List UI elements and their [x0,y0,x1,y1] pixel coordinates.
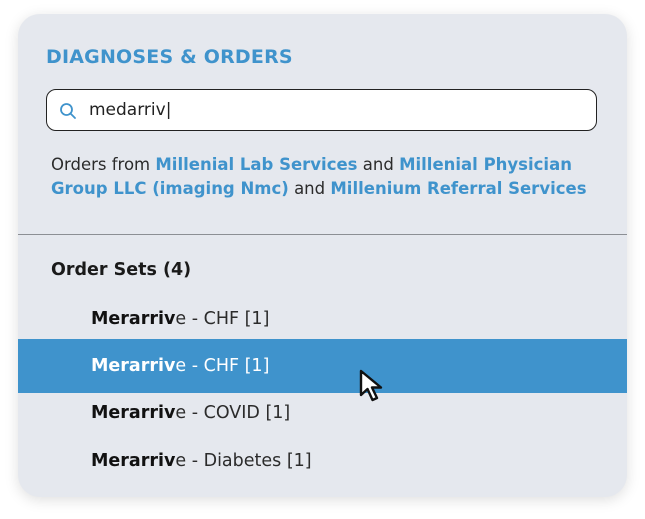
source-link-lab-services[interactable]: Millenial Lab Services [155,155,357,174]
search-box[interactable] [46,89,597,131]
orders-from-prefix: Orders from [51,155,156,174]
mouse-pointer-icon [356,368,394,406]
item-rest-text: e - COVID [1] [175,403,291,423]
source-link-referral-services[interactable]: Millenium Referral Services [330,179,586,198]
item-match-text: Merarriv [91,403,176,423]
orders-from-joiner: and [357,155,400,174]
order-set-item[interactable]: Merarrive - COVID [1] [18,386,627,440]
item-rest-text: e - CHF [1] [175,356,270,376]
item-match-text: Merarriv [91,309,176,329]
order-sets-header: Order Sets (4) [51,260,192,280]
item-rest-text: e - CHF [1] [175,309,270,329]
item-match-text: Merarriv [91,451,176,471]
orders-from-text: Orders from Millenial Lab Services and M… [51,153,591,201]
item-match-text: Merarriv [91,356,176,376]
section-title: DIAGNOSES & ORDERS [46,46,293,68]
diagnoses-orders-panel: DIAGNOSES & ORDERS Orders from Millenial… [18,14,627,497]
item-rest-text: e - Diabetes [1] [175,451,312,471]
orders-from-joiner: and [288,179,331,198]
search-icon [59,102,77,120]
order-set-item-selected[interactable]: Merarrive - CHF [1] [18,339,627,393]
divider [18,234,627,235]
order-set-item[interactable]: Merarrive - CHF [1] [18,292,627,346]
search-input[interactable] [89,97,569,123]
order-set-item[interactable]: Merarrive - Diabetes [1] [18,434,627,488]
